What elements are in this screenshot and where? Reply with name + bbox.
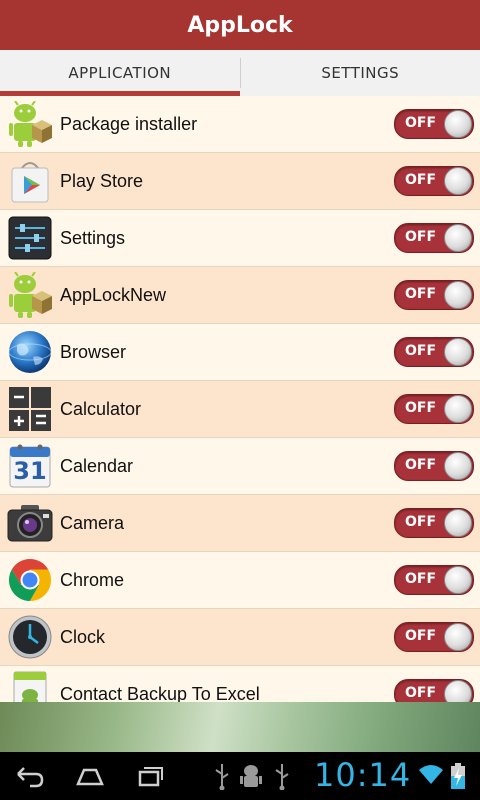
toggle-knob	[444, 224, 472, 252]
android-debug-icon	[240, 762, 262, 795]
app-row-package-installer[interactable]: Package installer OFF	[0, 96, 480, 153]
home-icon	[76, 768, 104, 786]
home-wallpaper	[0, 702, 480, 752]
lock-toggle[interactable]: OFF	[394, 565, 474, 595]
home-button[interactable]	[70, 760, 110, 792]
battery-charging-icon	[450, 762, 466, 795]
app-row-play-store[interactable]: Play Store OFF	[0, 153, 480, 210]
toggle-knob	[444, 281, 472, 309]
toggle-state-label: OFF	[405, 457, 437, 473]
app-row-camera[interactable]: Camera OFF	[0, 495, 480, 552]
settings-sliders-icon	[7, 215, 53, 261]
toggle-knob	[444, 110, 472, 138]
lock-toggle[interactable]: OFF	[394, 394, 474, 424]
toggle-state-label: OFF	[405, 514, 437, 530]
calendar-icon: 31	[7, 443, 53, 489]
toggle-knob	[444, 167, 472, 195]
toggle-knob	[444, 338, 472, 366]
toggle-state-label: OFF	[405, 628, 437, 644]
status-clock: 10:14	[314, 756, 412, 794]
usb-icon	[272, 762, 292, 795]
app-name: Play Store	[60, 170, 144, 191]
toggle-knob	[444, 680, 472, 702]
lock-toggle[interactable]: OFF	[394, 679, 474, 702]
toggle-state-label: OFF	[405, 571, 437, 587]
toggle-knob	[444, 395, 472, 423]
wifi-icon	[418, 764, 444, 791]
toggle-state-label: OFF	[405, 115, 437, 131]
app-name: Package installer	[60, 113, 198, 134]
app-row-settings[interactable]: Settings OFF	[0, 210, 480, 267]
toggle-state-label: OFF	[405, 685, 437, 701]
app-title-bar: AppLock	[0, 0, 480, 50]
app-list: Package installer OFF Play Store OFF Set…	[0, 96, 480, 702]
toggle-state-label: OFF	[405, 286, 437, 302]
tab-settings[interactable]: SETTINGS	[241, 50, 480, 96]
calculator-icon	[7, 386, 53, 432]
android-file-icon	[7, 671, 53, 702]
app-name: Calculator	[60, 398, 142, 419]
clock-icon	[7, 614, 53, 660]
app-name: Camera	[60, 512, 125, 533]
lock-toggle[interactable]: OFF	[394, 337, 474, 367]
lock-toggle[interactable]: OFF	[394, 109, 474, 139]
app-title: AppLock	[187, 12, 293, 38]
toggle-state-label: OFF	[405, 343, 437, 359]
usb-icon	[212, 762, 232, 795]
app-name: Chrome	[60, 569, 125, 590]
app-row-chrome[interactable]: Chrome OFF	[0, 552, 480, 609]
lock-toggle[interactable]: OFF	[394, 166, 474, 196]
app-name: Calendar	[60, 455, 134, 476]
app-row-contact-backup-to-excel[interactable]: Contact Backup To Excel OFF	[0, 666, 480, 702]
lock-toggle[interactable]: OFF	[394, 508, 474, 538]
app-name: AppLockNew	[60, 284, 167, 305]
app-row-browser[interactable]: Browser OFF	[0, 324, 480, 381]
android-package-icon	[7, 101, 53, 147]
lock-toggle[interactable]: OFF	[394, 280, 474, 310]
tab-bar: APPLICATION SETTINGS	[0, 50, 480, 97]
chrome-icon	[7, 557, 53, 603]
toggle-state-label: OFF	[405, 172, 437, 188]
play-store-icon	[7, 158, 53, 204]
lock-toggle[interactable]: OFF	[394, 622, 474, 652]
app-name: Clock	[60, 626, 106, 647]
calendar-icon-day: 31	[13, 457, 47, 485]
toggle-knob	[444, 623, 472, 651]
back-button[interactable]	[10, 760, 50, 792]
app-row-applocknew[interactable]: AppLockNew OFF	[0, 267, 480, 324]
back-icon	[17, 767, 44, 788]
globe-icon	[7, 329, 53, 375]
app-row-calendar[interactable]: 31 Calendar OFF	[0, 438, 480, 495]
toggle-state-label: OFF	[405, 229, 437, 245]
app-name: Browser	[60, 341, 127, 362]
recent-apps-button[interactable]	[130, 760, 170, 792]
app-name: Contact Backup To Excel	[60, 683, 260, 703]
toggle-knob	[444, 566, 472, 594]
toggle-knob	[444, 452, 472, 480]
lock-toggle[interactable]: OFF	[394, 451, 474, 481]
app-name: Settings	[60, 227, 126, 248]
app-row-calculator[interactable]: Calculator OFF	[0, 381, 480, 438]
app-row-clock[interactable]: Clock OFF	[0, 609, 480, 666]
lock-toggle[interactable]: OFF	[394, 223, 474, 253]
toggle-state-label: OFF	[405, 400, 437, 416]
system-nav-bar: 10:14	[0, 752, 480, 800]
camera-icon	[7, 500, 53, 546]
android-package-icon	[7, 272, 53, 318]
tab-application[interactable]: APPLICATION	[0, 50, 240, 97]
recent-apps-icon	[138, 770, 160, 787]
toggle-knob	[444, 509, 472, 537]
